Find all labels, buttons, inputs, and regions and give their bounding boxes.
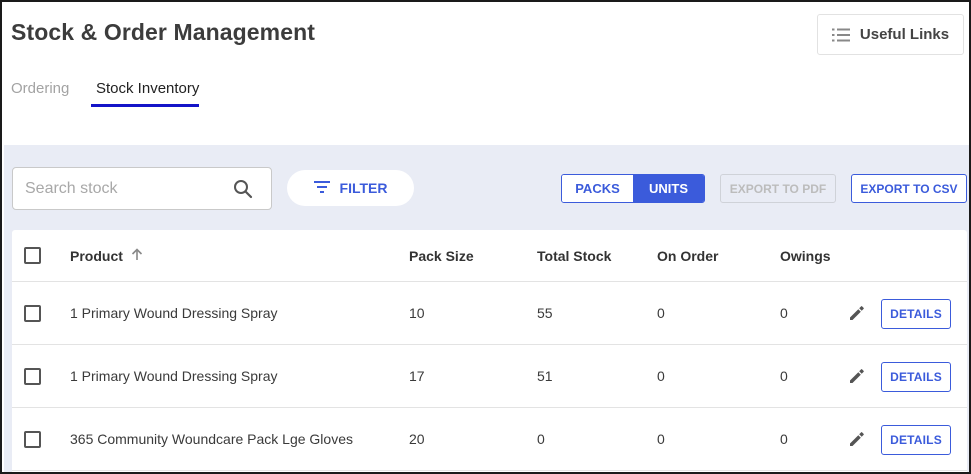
table-header-row: Product Pack Size Total Stock On Order O… bbox=[12, 230, 967, 282]
product-name: 1 Primary Wound Dressing Spray bbox=[70, 368, 278, 384]
column-header-label: Product bbox=[70, 247, 123, 264]
stock-panel: FILTER PACKS UNITS EXPORT TO PDF EXPORT … bbox=[4, 145, 969, 472]
details-button[interactable]: DETAILS bbox=[881, 362, 951, 392]
on-order: 0 bbox=[657, 431, 665, 447]
units-toggle-button[interactable]: UNITS bbox=[633, 175, 704, 202]
pencil-edit-icon[interactable] bbox=[848, 430, 866, 448]
pack-size: 10 bbox=[409, 305, 425, 321]
filter-icon bbox=[313, 180, 330, 196]
row-checkbox[interactable] bbox=[24, 431, 41, 448]
app-window: Stock & Order Management Useful Links Or… bbox=[0, 0, 971, 474]
packs-units-toggle: PACKS UNITS bbox=[561, 174, 705, 203]
column-header-on-order[interactable]: On Order bbox=[657, 230, 718, 281]
on-order: 0 bbox=[657, 368, 665, 384]
column-header-product[interactable]: Product bbox=[70, 230, 143, 281]
select-all-checkbox[interactable] bbox=[24, 247, 41, 264]
active-tab-indicator bbox=[91, 104, 199, 107]
pack-size: 17 bbox=[409, 368, 425, 384]
owings: 0 bbox=[780, 431, 788, 447]
search-input[interactable] bbox=[25, 168, 225, 209]
total-stock: 51 bbox=[537, 368, 553, 384]
product-name: 1 Primary Wound Dressing Spray bbox=[70, 305, 278, 321]
list-icon bbox=[831, 28, 850, 42]
export-pdf-button[interactable]: EXPORT TO PDF bbox=[720, 174, 836, 203]
search-box bbox=[12, 167, 272, 210]
table-row: 1 Primary Wound Dressing Spray 10 55 0 0… bbox=[12, 282, 967, 345]
column-header-total-stock[interactable]: Total Stock bbox=[537, 230, 611, 281]
tab-stock-inventory[interactable]: Stock Inventory bbox=[96, 80, 199, 97]
tab-ordering[interactable]: Ordering bbox=[11, 80, 69, 97]
column-header-pack-size[interactable]: Pack Size bbox=[409, 230, 474, 281]
table-row: 365 Community Woundcare Pack Lge Gloves … bbox=[12, 408, 967, 471]
product-name: 365 Community Woundcare Pack Lge Gloves bbox=[70, 431, 353, 447]
owings: 0 bbox=[780, 305, 788, 321]
total-stock: 0 bbox=[537, 431, 545, 447]
export-csv-button[interactable]: EXPORT TO CSV bbox=[851, 174, 967, 203]
pack-size: 20 bbox=[409, 431, 425, 447]
owings: 0 bbox=[780, 368, 788, 384]
filter-label: FILTER bbox=[339, 180, 388, 196]
useful-links-label: Useful Links bbox=[859, 26, 950, 43]
filter-button[interactable]: FILTER bbox=[287, 170, 414, 206]
pencil-edit-icon[interactable] bbox=[848, 367, 866, 385]
sort-arrow-up-icon[interactable] bbox=[131, 247, 143, 264]
row-checkbox[interactable] bbox=[24, 368, 41, 385]
useful-links-button[interactable]: Useful Links bbox=[817, 14, 964, 55]
stock-table: Product Pack Size Total Stock On Order O… bbox=[12, 230, 967, 472]
total-stock: 55 bbox=[537, 305, 553, 321]
table-row: 1 Primary Wound Dressing Spray 17 51 0 0… bbox=[12, 345, 967, 408]
page-title: Stock & Order Management bbox=[11, 19, 316, 45]
packs-toggle-button[interactable]: PACKS bbox=[562, 175, 633, 202]
details-button[interactable]: DETAILS bbox=[881, 425, 951, 455]
row-checkbox[interactable] bbox=[24, 305, 41, 322]
details-button[interactable]: DETAILS bbox=[881, 299, 951, 329]
column-header-owings[interactable]: Owings bbox=[780, 230, 831, 281]
pencil-edit-icon[interactable] bbox=[848, 304, 866, 322]
on-order: 0 bbox=[657, 305, 665, 321]
search-icon[interactable] bbox=[233, 179, 253, 204]
